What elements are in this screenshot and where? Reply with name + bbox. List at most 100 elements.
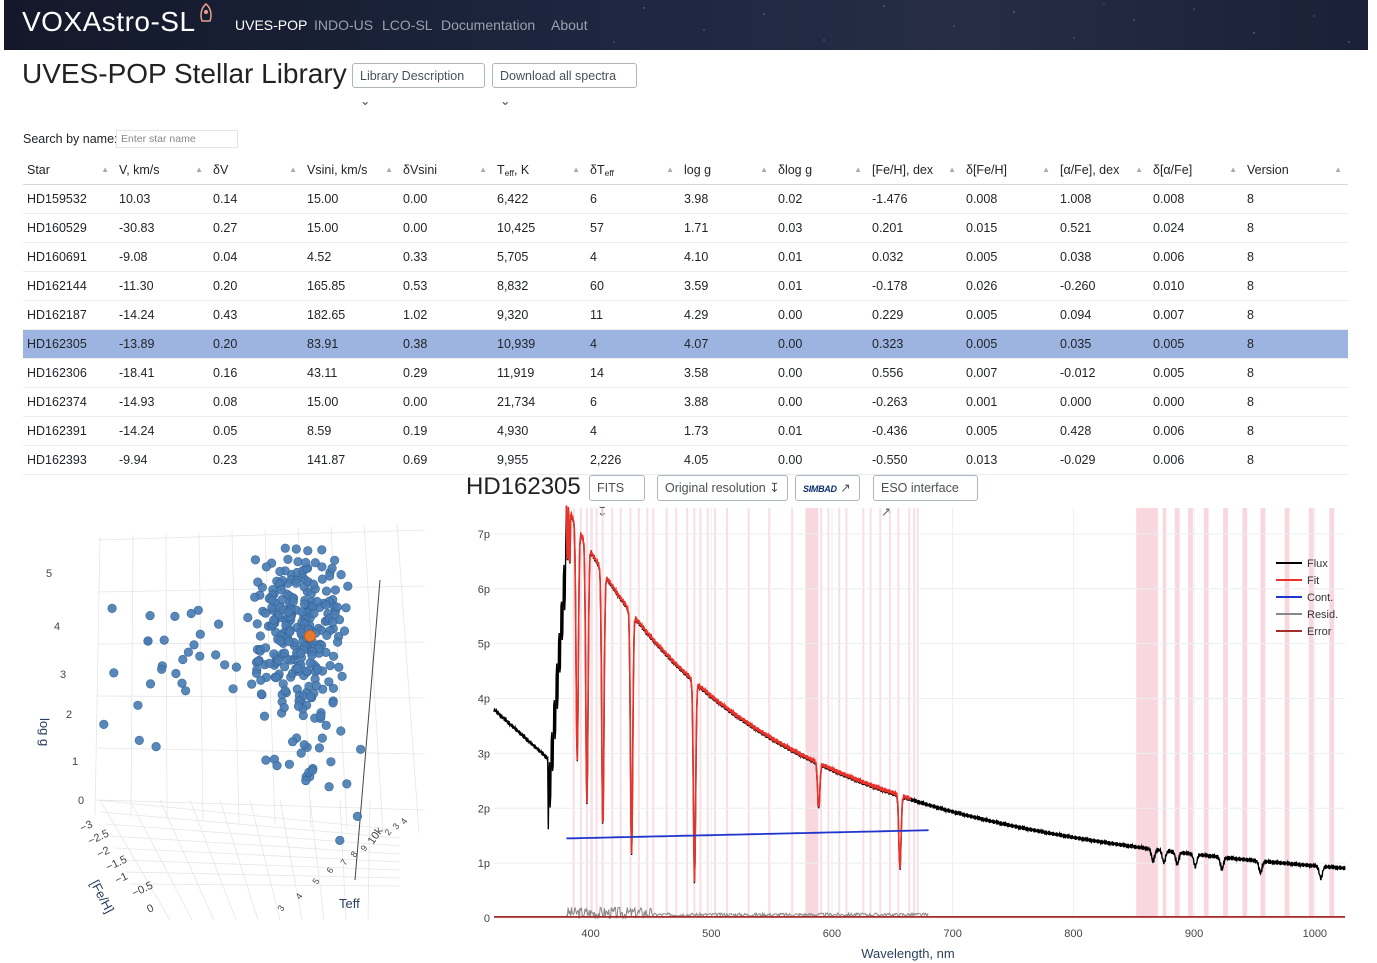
star-point[interactable]	[267, 595, 277, 605]
col-dv[interactable]: δV ▲	[209, 156, 303, 185]
nav-documentation[interactable]: Documentation	[441, 17, 535, 33]
star-point[interactable]	[321, 720, 331, 730]
star-point[interactable]	[255, 631, 266, 641]
star-point[interactable]	[157, 664, 167, 674]
col-dfeh[interactable]: δ[Fe/H] ▲	[962, 156, 1056, 185]
star-point[interactable]	[301, 776, 311, 786]
star-point[interactable]	[272, 761, 282, 771]
star-point[interactable]	[296, 628, 306, 638]
table-row[interactable]: HD162306 -18.41 0.16 43.11 0.29 11,919 14 3.58 0…	[23, 358, 1348, 388]
star-point[interactable]	[283, 607, 293, 617]
star-point[interactable]	[297, 607, 307, 617]
legend-label[interactable]: Error	[1307, 626, 1332, 638]
star-point[interactable]	[214, 619, 224, 629]
star-point[interactable]	[334, 662, 344, 672]
legend-label[interactable]: Cont.	[1307, 592, 1333, 604]
star-point[interactable]	[293, 701, 304, 711]
star-point[interactable]	[288, 597, 298, 607]
table-row[interactable]: HD160529 -30.83 0.27 15.00 0.00 10,425 57 1.71 0…	[23, 213, 1348, 243]
star-point[interactable]	[189, 640, 199, 650]
col-v[interactable]: V, km/s ▲	[115, 156, 209, 185]
brand-logo-text[interactable]: VOXAstro-SL	[22, 6, 196, 38]
table-row[interactable]: HD162187 -14.24 0.43 182.65 1.02 9,320 11 4.29 0…	[23, 300, 1348, 330]
star-point[interactable]	[336, 569, 346, 580]
legend-label[interactable]: Flux	[1307, 558, 1328, 570]
star-point[interactable]	[321, 600, 331, 610]
star-point[interactable]	[313, 664, 323, 674]
star-point[interactable]	[250, 592, 260, 602]
star-point[interactable]	[228, 684, 238, 694]
star-point[interactable]	[330, 609, 340, 619]
star-point[interactable]	[309, 608, 319, 618]
star-point[interactable]	[307, 650, 317, 660]
star-point[interactable]	[312, 596, 322, 607]
col-dlogg[interactable]: δlog g ▲	[774, 156, 868, 185]
star-point[interactable]	[250, 555, 260, 565]
nav-about[interactable]: About	[551, 17, 588, 33]
star-point[interactable]	[299, 599, 310, 609]
star-point[interactable]	[328, 617, 338, 627]
nav-indo-us[interactable]: INDO-US	[314, 17, 373, 33]
star-point[interactable]	[308, 765, 318, 776]
star-point[interactable]	[284, 636, 294, 646]
star-point[interactable]	[256, 689, 267, 699]
table-row[interactable]: HD162374 -14.93 0.08 15.00 0.00 21,734 6 3.88 0.…	[23, 387, 1348, 417]
star-point[interactable]	[195, 651, 205, 661]
col-version[interactable]: Version ▲	[1243, 156, 1348, 185]
star-point[interactable]	[301, 557, 311, 568]
star-point[interactable]	[145, 610, 155, 621]
star-point[interactable]	[296, 648, 306, 658]
table-row[interactable]: HD162393 -9.94 0.23 141.87 0.69 9,955 2,226 4.0…	[23, 445, 1348, 475]
star-point[interactable]	[251, 668, 262, 678]
star-point[interactable]	[279, 703, 289, 713]
nav-uves-pop[interactable]: UVES-POP	[235, 17, 307, 33]
eso-interface-button[interactable]: ESO interface ↗	[873, 475, 978, 519]
star-point[interactable]	[280, 686, 290, 696]
star-point[interactable]	[276, 585, 287, 595]
col-dvsini[interactable]: δVsini ▲	[399, 156, 493, 185]
star-point[interactable]	[280, 662, 290, 672]
star-point[interactable]	[299, 740, 309, 750]
star-point[interactable]	[145, 679, 156, 689]
download-all-dropdown[interactable]: Download all spectra ⌄	[492, 63, 637, 108]
star-point[interactable]	[293, 557, 303, 567]
star-point[interactable]	[337, 671, 347, 681]
star-point[interactable]	[279, 648, 290, 658]
col-dafe[interactable]: δ[α/Fe] ▲	[1149, 156, 1243, 185]
star-point[interactable]	[280, 543, 290, 553]
star-point[interactable]	[343, 581, 353, 591]
star-point[interactable]	[336, 726, 346, 736]
spectrum-plot[interactable]: 0 1p 2p 3p 4p 5p 6p 7p 400 500 600 700 800 900 1000 Fl…	[460, 500, 1355, 963]
star-point[interactable]	[186, 608, 196, 619]
col-star[interactable]: Star ▲	[23, 156, 115, 185]
star-point[interactable]	[335, 835, 345, 846]
star-point[interactable]	[291, 544, 301, 554]
table-row[interactable]: HD162144 -11.30 0.20 165.85 0.53 8,832 60 3.59 0…	[23, 271, 1348, 301]
star-point[interactable]	[264, 658, 275, 668]
star-point[interactable]	[317, 562, 327, 572]
star-point[interactable]	[352, 811, 363, 822]
star-point[interactable]	[252, 619, 262, 629]
star-point[interactable]	[159, 635, 169, 645]
star-point[interactable]	[195, 629, 205, 639]
star-point[interactable]	[247, 679, 257, 689]
original-resolution-button[interactable]: Original resolution ↧	[657, 475, 788, 501]
star-point[interactable]	[261, 562, 272, 572]
star-point[interactable]	[302, 666, 312, 676]
star-point[interactable]	[327, 563, 337, 573]
legend-label[interactable]: Fit	[1307, 575, 1319, 587]
star-point[interactable]	[107, 603, 117, 613]
star-point[interactable]	[178, 654, 188, 665]
selected-star-point[interactable]	[304, 630, 316, 642]
star-point[interactable]	[321, 586, 332, 596]
star-point[interactable]	[271, 673, 281, 683]
star-point[interactable]	[314, 743, 325, 753]
star-point[interactable]	[284, 759, 295, 769]
col-vsini[interactable]: Vsini, km/s ▲	[303, 156, 399, 185]
star-point[interactable]	[342, 779, 352, 789]
star-point[interactable]	[291, 578, 301, 588]
star-point[interactable]	[324, 782, 334, 792]
star-point[interactable]	[316, 711, 326, 721]
star-point[interactable]	[261, 643, 271, 653]
star-point[interactable]	[170, 611, 180, 621]
